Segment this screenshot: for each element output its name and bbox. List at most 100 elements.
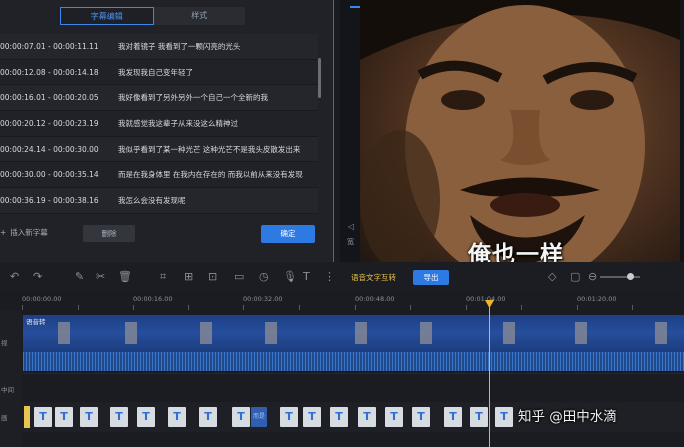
watermark: 知乎 @田中水滴	[518, 409, 617, 425]
empty-track[interactable]	[23, 373, 684, 400]
freeze-icon[interactable]: ⊡	[208, 270, 217, 283]
confirm-button[interactable]: 确定	[261, 225, 315, 243]
blurred-thumbnail	[655, 322, 667, 344]
text-clip[interactable]: T	[303, 407, 321, 427]
ruler-tick	[521, 305, 522, 310]
subtitle-text[interactable]: 而是在我身体里 在我内在存在的 而我以前从来没有发现	[112, 169, 318, 180]
tab-style[interactable]: 样式	[153, 7, 245, 25]
scissors-icon[interactable]: ✂	[96, 270, 105, 283]
subtitle-text[interactable]: 我似乎看到了某一种光芒 这种光芒不是我头皮散发出来	[112, 144, 318, 155]
ruler-tick	[243, 305, 244, 310]
playhead[interactable]	[489, 302, 490, 447]
zoom-out-icon[interactable]: ⊖	[588, 270, 597, 283]
text-clip[interactable]: T	[470, 407, 488, 427]
ruler-tick-label: 00:01:20.00	[577, 295, 617, 303]
subtitle-list: 00:00:07.01 - 00:00:11.11 我对着镜子 我看到了一颗闪亮的…	[0, 34, 318, 214]
subtitle-list-scrollbar[interactable]	[318, 58, 321, 98]
text-clip[interactable]: T	[495, 407, 513, 427]
blurred-thumbnail	[503, 322, 515, 344]
track-header-column	[0, 310, 22, 447]
ruler-tick	[188, 305, 189, 310]
meme-image	[360, 0, 680, 275]
redo-icon[interactable]: ↷	[33, 270, 42, 283]
split-icon[interactable]: ⊞	[184, 270, 193, 283]
ruler-tick	[299, 305, 300, 310]
text-clip[interactable]: T	[110, 407, 128, 427]
subtitle-row[interactable]: 00:00:20.12 - 00:00:23.19 我就感觉我这辈子从来没这么精神…	[0, 111, 318, 137]
text-clip[interactable]: T	[199, 407, 217, 427]
text-clip[interactable]: T	[168, 407, 186, 427]
audio-waveform[interactable]	[23, 352, 684, 371]
ruler-tick-label: 00:00:48.00	[355, 295, 395, 303]
zoom-slider-handle[interactable]	[627, 273, 634, 280]
ruler-tick-label: 00:00:00.00	[22, 295, 62, 303]
subtitle-time: 00:00:20.12 - 00:00:23.19	[0, 118, 99, 128]
tab-subtitle-edit[interactable]: 字幕编辑	[60, 7, 154, 25]
subtitle-row[interactable]: 00:00:24.14 - 00:00:30.00 我似乎看到了某一种光芒 这种光…	[0, 136, 318, 163]
text-clip[interactable]: T	[280, 407, 298, 427]
text-clip[interactable]: T	[412, 407, 430, 427]
subtitle-row[interactable]: 00:00:36.19 - 00:00:38.16 我怎么会没有发现呢	[0, 188, 318, 214]
fit-icon[interactable]: ▢	[570, 270, 580, 283]
text-clip[interactable]: T	[55, 407, 73, 427]
zoom-slider[interactable]	[600, 276, 640, 278]
delete-button[interactable]: 删除	[83, 225, 135, 242]
ruler-tick	[78, 305, 79, 310]
crop-icon[interactable]: ⌗	[160, 270, 166, 284]
blurred-thumbnail	[125, 322, 137, 344]
blurred-thumbnail	[355, 322, 367, 344]
add-subtitle-label: 插入新字幕	[10, 228, 48, 237]
text-clip[interactable]: T	[444, 407, 462, 427]
text-clip[interactable]: T	[34, 407, 52, 427]
subtitle-time: 00:00:30.00 - 00:00:35.14	[0, 170, 99, 180]
text-track-start-marker	[24, 406, 30, 428]
subtitle-time: 00:00:24.14 - 00:00:30.00	[0, 144, 99, 154]
preview-side-label: 宽	[347, 238, 354, 246]
text-clip[interactable]: T	[385, 407, 403, 427]
plus-icon: +	[0, 228, 7, 237]
subtitle-text[interactable]: 我怎么会没有发现呢	[112, 195, 318, 206]
text-tool-icon[interactable]: T	[303, 270, 310, 283]
subtitle-time: 00:00:07.01 - 00:00:11.11	[0, 41, 99, 51]
subtitle-text[interactable]: 我好像看到了另外另外一个自己一个全新的我	[112, 92, 318, 103]
text-clip[interactable]: T	[137, 407, 155, 427]
subtitle-row[interactable]: 00:00:30.00 - 00:00:35.14 而是在我身体里 在我内在存在的…	[0, 162, 318, 189]
microphone-icon[interactable]: 🎙	[283, 270, 297, 283]
pen-icon[interactable]: ✎	[75, 270, 84, 283]
text-clip[interactable]: T	[232, 407, 250, 427]
subtitle-text[interactable]: 我对着镜子 我看到了一颗闪亮的光头	[112, 41, 318, 52]
blurred-thumbnail	[200, 322, 212, 344]
video-track-label: 视	[1, 339, 8, 347]
ruler-tick-label: 00:00:16.00	[133, 295, 173, 303]
clock-icon[interactable]: ◷	[259, 270, 269, 283]
ruler-tick	[577, 305, 578, 310]
ruler-tick	[632, 305, 633, 310]
speech-to-text-button[interactable]: 语音文字互转	[351, 272, 396, 283]
more-icon[interactable]: ⋮	[324, 270, 335, 283]
prev-frame-icon[interactable]: ◁	[348, 222, 354, 231]
subtitle-row[interactable]: 00:00:12.08 - 00:00:14.18 我发现我自己变年轻了	[0, 60, 318, 86]
text-track-label: 画	[1, 414, 8, 422]
ruler-tick	[133, 305, 134, 310]
subtitle-row[interactable]: 00:00:07.01 - 00:00:11.11 我对着镜子 我看到了一颗闪亮的…	[0, 34, 318, 60]
subtitle-time: 00:00:16.01 - 00:00:20.05	[0, 93, 99, 103]
text-clip[interactable]: T	[330, 407, 348, 427]
subtitle-text[interactable]: 我发现我自己变年轻了	[112, 67, 318, 78]
text-clip[interactable]: T	[80, 407, 98, 427]
undo-icon[interactable]: ↶	[10, 270, 19, 283]
shield-icon[interactable]: ◇	[548, 270, 556, 283]
text-clip-tagged[interactable]: 而是	[251, 407, 267, 427]
ruler-tick-label: 00:01:04.00	[466, 295, 506, 303]
blurred-thumbnail	[575, 322, 587, 344]
export-button[interactable]: 导出	[413, 270, 449, 285]
subtitle-row[interactable]: 00:00:16.01 - 00:00:20.05 我好像看到了另外另外一个自己一…	[0, 85, 318, 112]
subtitle-text[interactable]: 我就感觉我这辈子从来没这么精神过	[112, 118, 318, 129]
add-subtitle-button[interactable]: + 插入新字幕	[0, 227, 48, 238]
text-clip[interactable]: T	[358, 407, 376, 427]
screen-icon[interactable]: ▭	[234, 270, 244, 283]
blurred-thumbnail	[420, 322, 432, 344]
blurred-thumbnail	[58, 322, 70, 344]
trash-icon[interactable]: 🗑	[118, 270, 132, 283]
ruler-tick	[410, 305, 411, 310]
ruler-tick	[466, 305, 467, 310]
